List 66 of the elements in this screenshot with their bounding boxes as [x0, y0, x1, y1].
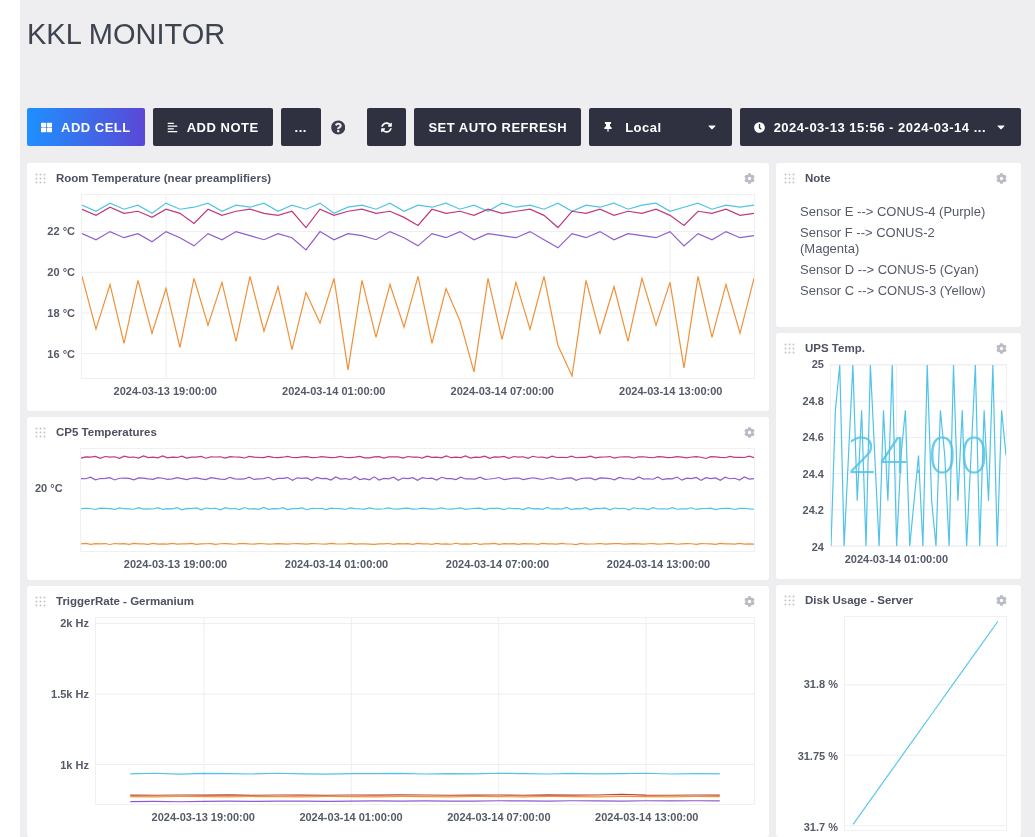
axis-tick-label: 2024-03-14 07:00:00 — [450, 385, 554, 397]
axis-tick-label: 22 °C — [47, 225, 75, 237]
time-range-dropdown[interactable]: 2024-03-13 15:56 - 2024-03-14 ... — [739, 108, 1021, 146]
clock-icon — [753, 121, 765, 133]
panel-title: Room Temperature (near preamplifiers) — [56, 172, 273, 184]
axis-tick-label: 2024-03-14 01:00:00 — [282, 385, 386, 397]
axis-tick-label: 31.75 % — [797, 749, 838, 762]
panel-title: Note — [805, 172, 832, 184]
drag-handle-icon[interactable] — [784, 594, 795, 606]
settings-icon[interactable] — [744, 595, 755, 607]
axis-tick-label: 24.2 — [802, 504, 824, 517]
drag-handle-icon[interactable] — [784, 172, 795, 184]
settings-icon[interactable] — [744, 172, 755, 184]
axis-tick-label: 1k Hz — [60, 759, 89, 772]
settings-icon[interactable] — [996, 342, 1007, 354]
axis-tick-label: 20 °C — [47, 266, 75, 279]
axis-tick-label: 2k Hz — [60, 616, 89, 629]
axis-tick-label: 2024-03-14 13:00:00 — [606, 558, 711, 572]
axis-tick-label: 25 — [811, 358, 824, 370]
note-text: Sensor C --> CONUS-3 (Yellow) — [800, 283, 987, 299]
timezone-dropdown[interactable]: Local — [589, 108, 732, 146]
panel-title: Disk Usage - Server — [805, 594, 915, 606]
panel-title: TriggerRate - Germanium — [56, 595, 196, 607]
axis-tick-label: 2024-03-13 19:00:00 — [113, 385, 217, 397]
axis-tick-label: 20 °C — [35, 482, 63, 494]
more-button[interactable]: ... — [280, 108, 321, 146]
panel-title: UPS Temp. — [805, 342, 866, 354]
refresh-button[interactable] — [367, 108, 407, 146]
settings-icon[interactable] — [744, 426, 755, 438]
note-text: Sensor E --> CONUS-4 (Purple) — [800, 204, 987, 220]
axis-tick-label: 24 — [811, 541, 824, 553]
grid-icon — [41, 121, 52, 133]
add-cell-button[interactable]: ADD CELL — [27, 108, 145, 146]
axis-tick-label: 31.7 % — [803, 820, 838, 833]
drag-handle-icon[interactable] — [784, 342, 795, 354]
axis-tick-label: 24.8 — [802, 394, 824, 407]
text-lines-icon — [166, 121, 178, 133]
axis-tick-label: 2024-03-14 01:00:00 — [284, 558, 389, 572]
axis-tick-label: 24.6 — [802, 431, 824, 444]
axis-tick-label: 2024-03-14 13:00:00 — [595, 811, 699, 823]
refresh-icon — [381, 121, 393, 133]
axis-tick-label: 2024-03-14 01:00:00 — [299, 811, 403, 823]
axis-tick-label: 2024-03-13 19:00:00 — [151, 811, 255, 823]
add-note-button[interactable]: ADD NOTE — [152, 108, 273, 146]
note-text: Sensor D --> CONUS-5 (Cyan) — [800, 262, 980, 278]
axis-tick-label: 18 °C — [47, 307, 75, 320]
settings-icon[interactable] — [996, 594, 1007, 606]
drag-handle-icon[interactable] — [35, 172, 46, 184]
page-title: KKL MONITOR — [27, 18, 227, 52]
settings-icon[interactable] — [996, 172, 1007, 184]
drag-handle-icon[interactable] — [35, 595, 46, 607]
axis-tick-label: 1.5k Hz — [51, 687, 89, 700]
panel-title: CP5 Temperatures — [56, 426, 158, 438]
note-text: Sensor F --> CONUS-2 (Magenta) — [800, 225, 936, 257]
axis-tick-label: 24.4 — [802, 467, 824, 480]
pin-icon — [603, 122, 614, 132]
auto-refresh-button[interactable]: SET AUTO REFRESH — [414, 108, 582, 146]
axis-tick-label: 31.8 % — [803, 678, 838, 691]
drag-handle-icon[interactable] — [35, 426, 46, 438]
axis-tick-label: 2024-03-14 07:00:00 — [447, 811, 551, 823]
axis-tick-label: 16 °C — [47, 348, 75, 361]
axis-tick-label: 2024-03-14 13:00:00 — [619, 385, 723, 397]
axis-tick-label: 2024-03-14 07:00:00 — [445, 558, 550, 572]
axis-tick-label: 2024-03-13 19:00:00 — [123, 558, 228, 572]
axis-tick-label: 2024-03-14 01:00:00 — [844, 553, 949, 565]
help-icon[interactable] — [330, 118, 346, 136]
